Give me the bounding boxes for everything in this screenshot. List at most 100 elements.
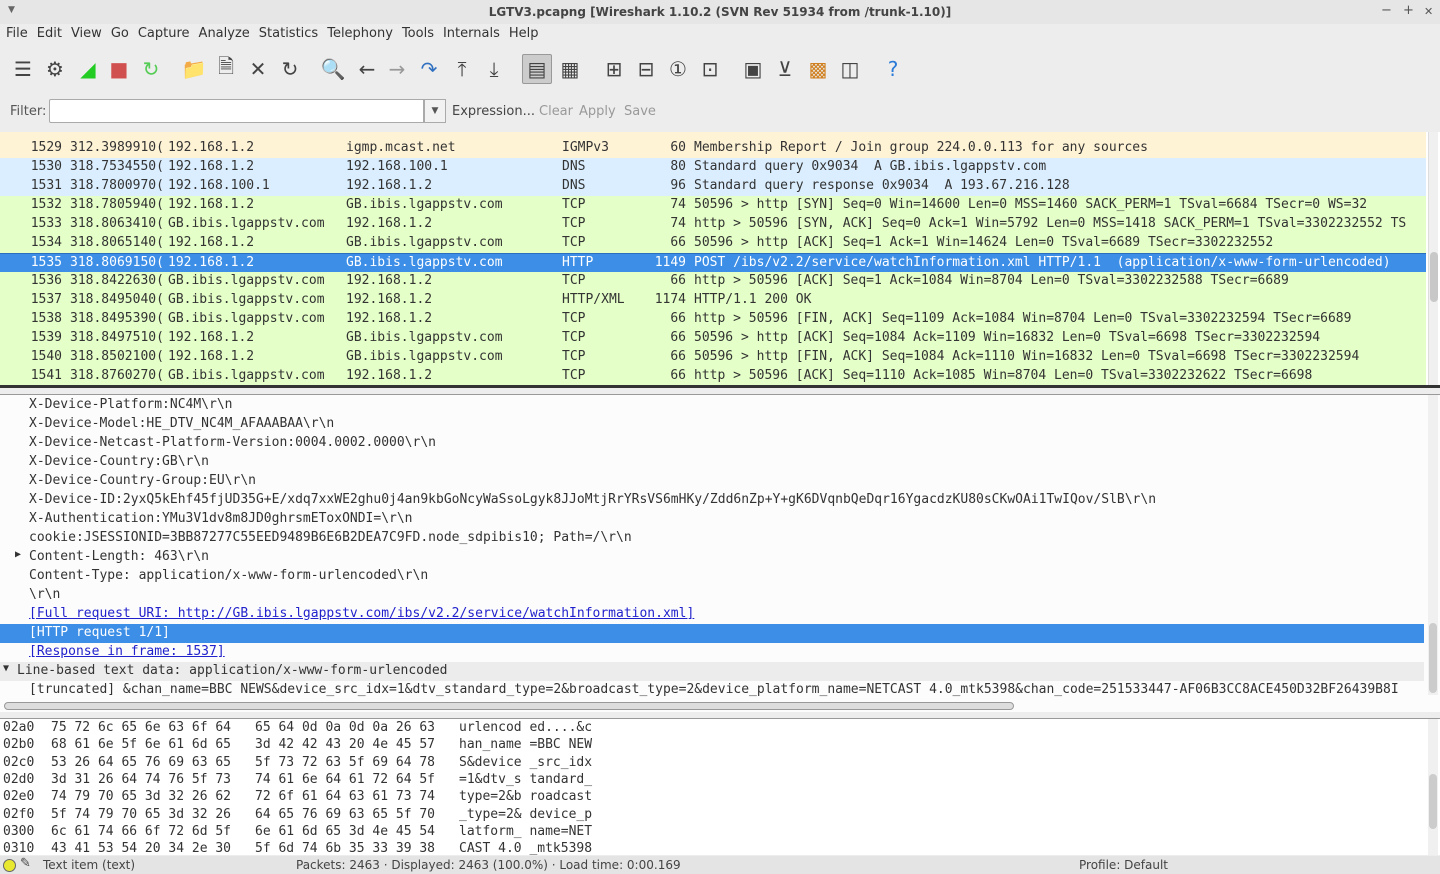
packet-time: 312.3989910( [70, 140, 164, 155]
detail-row[interactable]: X-Device-ID:2yxQ5kEhf45fjUD35G+E/xdq7xxW… [0, 491, 1424, 510]
coloring-rules-icon[interactable]: ▩ [805, 56, 831, 82]
stop-capture-icon[interactable]: ■ [106, 56, 132, 82]
menu-go[interactable]: Go [111, 24, 129, 46]
help-icon[interactable]: ? [880, 56, 906, 82]
detail-row[interactable]: X-Device-Country:GB\r\n [0, 453, 1424, 472]
resize-columns-icon[interactable]: ⊡ [697, 56, 723, 82]
collapse-arrow-icon[interactable]: ▼ [3, 663, 9, 674]
packet-row[interactable]: 1541 318.8760270(GB.ibis.lgappstv.com 192.… [0, 367, 1426, 385]
packet-no: 1533 [30, 216, 62, 231]
menu-internals[interactable]: Internals [443, 24, 500, 46]
detail-row[interactable]: Content-Type: application/x-www-form-url… [0, 567, 1424, 586]
menu-view[interactable]: View [71, 24, 102, 46]
menu-tools[interactable]: Tools [402, 24, 434, 46]
save-file-icon[interactable]: 🗎 [213, 54, 239, 82]
minimize-button[interactable]: − [1381, 3, 1392, 18]
status-profile[interactable]: Profile: Default [1079, 858, 1168, 872]
reload-icon[interactable]: ↻ [277, 56, 303, 82]
restart-capture-icon[interactable]: ↻ [138, 56, 164, 82]
save-filter-button[interactable]: Save [624, 104, 656, 119]
hex-ascii: =1&dtv_s tandard_ [459, 771, 593, 787]
filter-dropdown-button[interactable]: ▼ [424, 99, 446, 123]
edit-comment-icon[interactable]: ✎ [20, 856, 31, 871]
detail-row[interactable]: X-Device-Model:HE_DTV_NC4M_AFAAABAA\r\n [0, 415, 1424, 434]
zoom-in-icon[interactable]: ⊞ [601, 56, 627, 82]
detail-row[interactable]: cookie:JSESSIONID=3BB87277C55EED9489B6E6… [0, 529, 1424, 548]
packet-row[interactable]: 1529 312.3989910(192.168.1.2 igmp.mcast.ne… [0, 139, 1426, 158]
menu-analyze[interactable]: Analyze [199, 24, 250, 46]
maximize-button[interactable]: + [1403, 3, 1414, 18]
packet-row[interactable]: 1539 318.8497510(192.168.1.2 GB.ibis.lgapp… [0, 329, 1426, 348]
detail-row[interactable]: [HTTP request 1/1] [0, 624, 1424, 643]
hex-ascii: _type=2& device_p [459, 806, 593, 822]
detail-row[interactable]: X-Device-Netcast-Platform-Version:0004.0… [0, 434, 1424, 453]
expert-info-icon[interactable] [3, 859, 16, 872]
go-last-icon[interactable]: ⤓ [481, 56, 507, 82]
go-first-icon[interactable]: ⤒ [449, 56, 475, 82]
menu-statistics[interactable]: Statistics [259, 24, 318, 46]
detail-row[interactable]: [Response in frame: 1537] [0, 643, 1424, 662]
packet-row[interactable]: 1532 318.7805940(192.168.1.2 GB.ibis.lgapp… [0, 196, 1426, 215]
open-file-icon[interactable]: 📁 [181, 56, 207, 82]
packet-row[interactable]: 1538 318.8495390(GB.ibis.lgappstv.com 192.… [0, 310, 1426, 329]
clear-button[interactable]: Clear [539, 104, 573, 119]
go-back-icon[interactable]: ← [354, 56, 380, 82]
capture-options-icon[interactable]: ⚙ [42, 56, 68, 82]
filter-input[interactable] [49, 99, 424, 123]
display-filters-icon[interactable]: ⊻ [772, 56, 798, 82]
detail-text: X-Device-Country-Group:EU\r\n [29, 473, 256, 488]
packet-list: 1529 312.3989910(192.168.1.2 igmp.mcast.ne… [0, 132, 1440, 388]
details-scrollbar[interactable] [1428, 395, 1438, 695]
expression-button[interactable]: Expression... [452, 104, 535, 119]
packet-dst: 192.168.1.2 [346, 178, 433, 193]
bytes-scrollbar[interactable] [1428, 719, 1438, 855]
apply-button[interactable]: Apply [579, 104, 616, 119]
go-to-packet-icon[interactable]: ↷ [416, 56, 442, 82]
menu-help[interactable]: Help [509, 24, 539, 46]
zoom-out-icon[interactable]: ⊟ [633, 56, 659, 82]
detail-row[interactable]: ▶ Content-Length: 463\r\n [0, 548, 1424, 567]
packet-row[interactable]: 1533 318.8063410(GB.ibis.lgappstv.com 192.… [0, 215, 1426, 234]
start-capture-icon[interactable]: ◢ [75, 56, 101, 82]
colorize-icon[interactable]: ▤ [522, 54, 552, 84]
packet-row[interactable]: 1531 318.7800970(192.168.100.1 192.168.1.2… [0, 177, 1426, 196]
packet-src: GB.ibis.lgappstv.com [168, 368, 325, 383]
normal-size-icon[interactable]: ① [665, 56, 691, 82]
expand-arrow-icon[interactable]: ▶ [15, 549, 21, 560]
preferences-icon[interactable]: ◫ [837, 56, 863, 82]
menu-file[interactable]: File [6, 24, 28, 46]
close-button[interactable]: ✕ [1424, 5, 1433, 18]
detail-text: [HTTP request 1/1] [29, 625, 170, 640]
autoscroll-icon[interactable]: ▦ [557, 56, 583, 82]
packet-dst: GB.ibis.lgappstv.com [346, 330, 503, 345]
detail-row[interactable]: [Full request URI: http://GB.ibis.lgapps… [0, 605, 1424, 624]
packet-row[interactable]: 1537 318.8495040(GB.ibis.lgappstv.com 192.… [0, 291, 1426, 310]
interfaces-icon[interactable]: ☰ [10, 56, 36, 82]
detail-row[interactable]: \r\n [0, 586, 1424, 605]
detail-row[interactable]: X-Device-Country-Group:EU\r\n [0, 472, 1424, 491]
go-forward-icon[interactable]: → [384, 56, 410, 82]
packet-list-scrollbar[interactable] [1428, 132, 1438, 385]
menu-edit[interactable]: Edit [37, 24, 62, 46]
packet-row[interactable]: 1535 318.8069150(192.168.1.2 GB.ibis.lgapp… [0, 253, 1426, 272]
packet-row[interactable]: 1530 318.7534550(192.168.1.2 192.168.100.1… [0, 158, 1426, 177]
details-hscrollbar[interactable] [4, 702, 1014, 710]
detail-row[interactable]: X-Authentication:YMu3V1dv8m8JD0ghrsmETox… [0, 510, 1424, 529]
packet-row[interactable]: 1534 318.8065140(192.168.1.2 GB.ibis.lgapp… [0, 234, 1426, 253]
detail-text: cookie:JSESSIONID=3BB87277C55EED9489B6E6… [29, 530, 632, 545]
packet-row[interactable]: 1540 318.8502100(192.168.1.2 GB.ibis.lgapp… [0, 348, 1426, 367]
close-file-icon[interactable]: ✕ [245, 56, 271, 82]
status-item: Text item (text) [43, 858, 136, 872]
menu-telephony[interactable]: Telephony [327, 24, 393, 46]
detail-row[interactable]: ▼ Line-based text data: application/x-www… [0, 662, 1424, 681]
detail-row[interactable]: [truncated] &chan_name=BBC NEWS&device_s… [0, 681, 1424, 700]
detail-row[interactable]: X-Device-Platform:NC4M\r\n [0, 396, 1424, 415]
packet-row[interactable]: 1536 318.8422630(GB.ibis.lgappstv.com 192.… [0, 272, 1426, 291]
hex-h2: 3d 42 42 43 20 4e 45 57 [255, 737, 436, 753]
packet-len: 66 [670, 349, 686, 364]
capture-filters-icon[interactable]: ▣ [740, 56, 766, 82]
menu-capture[interactable]: Capture [138, 24, 190, 46]
packet-dst: GB.ibis.lgappstv.com [346, 255, 503, 270]
find-packet-icon[interactable]: 🔍 [320, 56, 346, 82]
title-bar: ▼ LGTV3.pcapng [Wireshark 1.10.2 (SVN Re… [0, 0, 1440, 24]
